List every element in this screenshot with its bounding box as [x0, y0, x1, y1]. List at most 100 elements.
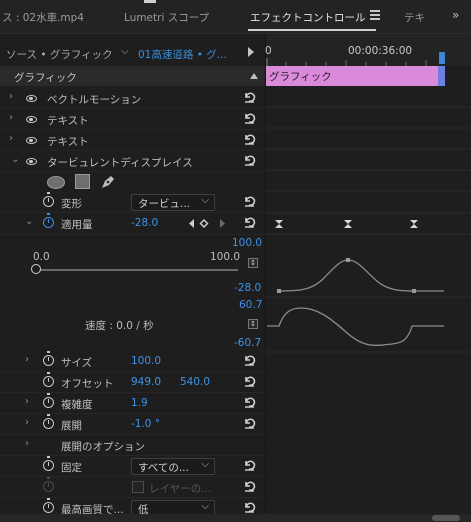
- graph-max-value: 100.0: [232, 237, 263, 249]
- slider-max: 100.0: [210, 251, 241, 263]
- chevron-down-icon: ⌵: [201, 195, 209, 206]
- layer-label: タービュレントディスプレイス: [47, 157, 193, 169]
- expanded-arrow-icon[interactable]: ⌄: [25, 216, 33, 227]
- stopwatch-icon[interactable]: [43, 393, 54, 408]
- reset-icon[interactable]: [243, 216, 256, 228]
- expand-arrow-icon[interactable]: ›: [9, 112, 13, 123]
- offset-y-value[interactable]: 540.0: [180, 376, 210, 388]
- expand-arrow-icon[interactable]: ›: [25, 396, 29, 407]
- prop-label: オフセット: [61, 378, 114, 390]
- source-label: ソース • グラフィック: [6, 49, 113, 61]
- reset-icon[interactable]: [243, 459, 256, 471]
- reset-icon[interactable]: [243, 501, 256, 513]
- graph-scale-icon[interactable]: ↕: [248, 258, 258, 268]
- stopwatch-icon[interactable]: [43, 372, 54, 387]
- amount-slider-area: 0.0 100.0: [0, 235, 265, 295]
- slider-knob[interactable]: [31, 264, 41, 274]
- reset-icon[interactable]: [243, 195, 256, 207]
- reset-icon[interactable]: [243, 480, 256, 492]
- layer-checkbox[interactable]: [132, 481, 144, 493]
- ellipse-mask-icon[interactable]: [47, 176, 65, 189]
- prop-row-transform: 変形 タービュ... ⌵: [0, 192, 265, 213]
- pinning-dropdown[interactable]: すべての... ⌵: [131, 458, 215, 475]
- eye-icon[interactable]: [26, 137, 37, 144]
- tab-lumetri-scopes[interactable]: Lumetri スコープ: [124, 10, 209, 25]
- reset-icon[interactable]: [243, 154, 256, 166]
- tab-effect-controls[interactable]: エフェクトコントロール: [250, 10, 366, 25]
- dropdown-value: すべての...: [138, 462, 189, 474]
- eye-icon[interactable]: [26, 95, 37, 102]
- scrollbar-thumb[interactable]: [432, 515, 460, 521]
- reset-icon[interactable]: [243, 375, 256, 387]
- play-icon[interactable]: [248, 47, 254, 57]
- expand-arrow-icon[interactable]: ›: [9, 91, 13, 102]
- layer-label: ベクトルモーション: [47, 94, 142, 106]
- eye-icon[interactable]: [26, 116, 37, 123]
- prop-row-amount: ⌄ 適用量 -28.0: [0, 213, 265, 235]
- prop-label: 展開のオプション: [61, 441, 145, 453]
- stopwatch-active-icon[interactable]: [43, 213, 54, 228]
- velocity-scale-icon[interactable]: ↕: [248, 319, 258, 329]
- size-value[interactable]: 100.0: [131, 355, 161, 367]
- prop-row-offset: オフセット 949.0 540.0: [0, 372, 265, 393]
- stopwatch-icon[interactable]: [43, 456, 54, 471]
- expanded-arrow-icon[interactable]: ⌄: [11, 154, 19, 165]
- keyframe-marker: [275, 220, 418, 228]
- complexity-value[interactable]: 1.9: [131, 397, 148, 409]
- source-row: ソース • グラフィック ⌵ 01高速道路 • グ...: [0, 43, 265, 65]
- sequence-clip-selector[interactable]: 01高速道路 • グ...: [138, 47, 227, 62]
- graph-min-value: -28.0: [234, 282, 262, 294]
- prop-row-size: › サイズ 100.0: [0, 351, 265, 372]
- stopwatch-icon[interactable]: [43, 192, 54, 207]
- panel-menu-icon[interactable]: [370, 10, 380, 20]
- stopwatch-icon[interactable]: [43, 351, 54, 366]
- pen-tool-icon[interactable]: [99, 173, 117, 191]
- amount-value[interactable]: -28.0: [131, 217, 158, 229]
- evolution-value[interactable]: -1.0 °: [131, 418, 160, 430]
- offset-x-value[interactable]: 949.0: [131, 376, 161, 388]
- stopwatch-icon[interactable]: [43, 498, 54, 513]
- tab-drag-indicator: [144, 0, 156, 3]
- reset-icon[interactable]: [243, 354, 256, 366]
- layer-label: テキスト: [47, 136, 89, 148]
- layer-row[interactable]: › テキスト: [0, 130, 265, 151]
- horizontal-scrollbar[interactable]: [0, 514, 471, 522]
- prop-row-evolution: › 展開 -1.0 °: [0, 414, 265, 435]
- layer-row[interactable]: › テキスト: [0, 109, 265, 130]
- tab-overflow-icon[interactable]: »: [452, 8, 459, 22]
- transform-dropdown[interactable]: タービュ... ⌵: [131, 194, 215, 211]
- prop-label: 固定: [61, 462, 82, 474]
- chevron-down-icon: ⌵: [201, 459, 209, 470]
- expand-arrow-icon[interactable]: ›: [25, 417, 29, 428]
- prop-label: 適用量: [61, 219, 93, 231]
- tab-text[interactable]: テキ: [404, 10, 425, 25]
- prop-row-pinning: 固定 すべての... ⌵: [0, 456, 265, 477]
- expand-arrow-icon[interactable]: ›: [25, 438, 29, 449]
- prop-label: 複雑度: [61, 399, 93, 411]
- eye-icon[interactable]: [26, 158, 37, 165]
- timeline-area[interactable]: 0 00:00:36:00 グラフィック: [265, 34, 471, 522]
- reset-icon[interactable]: [243, 133, 256, 145]
- layer-row-turbulent-displace[interactable]: ⌄ タービュレントディスプレイス: [0, 151, 265, 172]
- chevron-down-icon[interactable]: ⌵: [121, 46, 129, 57]
- stopwatch-icon[interactable]: [43, 414, 54, 429]
- reset-icon[interactable]: [243, 417, 256, 429]
- layer-row[interactable]: › ベクトルモーション: [0, 88, 265, 109]
- collapse-up-icon[interactable]: [250, 73, 258, 79]
- reset-icon[interactable]: [243, 396, 256, 408]
- slider-min: 0.0: [33, 251, 50, 263]
- expand-arrow-icon[interactable]: ›: [9, 133, 13, 144]
- expand-arrow-icon[interactable]: ›: [25, 354, 29, 365]
- slider-track[interactable]: [38, 269, 238, 271]
- section-title: グラフィック: [14, 72, 77, 84]
- keyframe-graph[interactable]: [266, 34, 471, 522]
- velocity-max-value: 60.7: [239, 299, 263, 311]
- tab-source-monitor[interactable]: ス : 02水車.mp4: [2, 10, 84, 25]
- dropdown-value: タービュ...: [138, 198, 191, 210]
- section-header[interactable]: グラフィック: [0, 66, 265, 86]
- rectangle-mask-icon[interactable]: [75, 174, 90, 189]
- reset-icon[interactable]: [243, 112, 256, 124]
- reset-icon[interactable]: [243, 91, 256, 103]
- prop-row-evolution-options[interactable]: › 展開のオプション: [0, 435, 265, 456]
- keyframe-navigator[interactable]: [188, 218, 232, 229]
